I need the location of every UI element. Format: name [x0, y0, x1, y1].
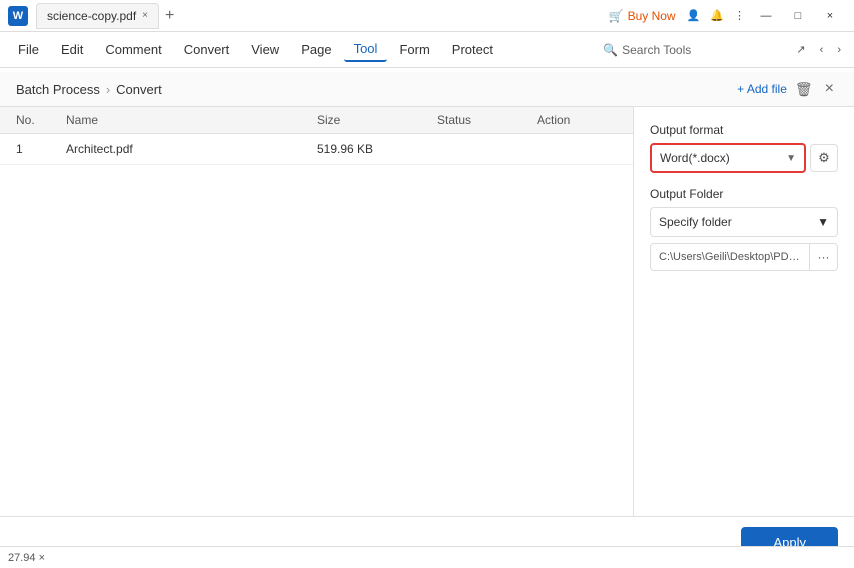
settings-panel: Output format Word(*.docx) ▼ ⚙ Output Fo… — [634, 107, 854, 516]
maximize-button[interactable]: □ — [782, 6, 814, 26]
nav-back-button[interactable]: ‹ — [815, 41, 829, 58]
settings-gear-icon: ⚙ — [818, 150, 830, 166]
output-folder-section: Output Folder Specify folder ▼ C:\Users\… — [650, 187, 838, 271]
row-no: 1 — [16, 142, 66, 156]
format-dropdown[interactable]: Word(*.docx) ▼ — [650, 143, 806, 173]
search-icon: 🔍 — [603, 43, 618, 57]
output-format-section: Output format Word(*.docx) ▼ ⚙ — [650, 123, 838, 173]
format-dropdown-arrow: ▼ — [786, 153, 796, 164]
file-list-area: No. Name Size Status Action 1 Architect.… — [0, 107, 634, 516]
share-button[interactable]: ↗ — [791, 41, 810, 58]
buy-now-button[interactable]: 🛒 Buy Now — [603, 7, 682, 25]
col-header-no: No. — [16, 113, 66, 127]
menu-convert[interactable]: Convert — [174, 38, 240, 61]
add-file-label: + Add file — [737, 82, 787, 96]
trash-icon: 🗑 — [795, 81, 813, 97]
window-controls: — □ × — [750, 6, 846, 26]
menu-edit[interactable]: Edit — [51, 38, 93, 61]
nav-forward-button[interactable]: › — [832, 41, 846, 58]
col-header-status: Status — [437, 113, 537, 127]
search-tools-label: Search Tools — [622, 43, 691, 57]
folder-path-text: C:\Users\Geili\Desktop\PDFelement\Co — [651, 247, 809, 267]
panel-header-actions: + Add file 🗑 × — [737, 80, 838, 98]
menu-protect[interactable]: Protect — [442, 38, 503, 61]
table-row[interactable]: 1 Architect.pdf 519.96 KB — [0, 134, 633, 165]
folder-dropdown-arrow: ▼ — [817, 215, 829, 229]
add-file-button[interactable]: + Add file — [737, 82, 787, 96]
menu-bar: File Edit Comment Convert View Page Tool… — [0, 32, 854, 68]
output-format-label: Output format — [650, 123, 838, 137]
menu-form[interactable]: Form — [389, 38, 439, 61]
output-folder-label: Output Folder — [650, 187, 838, 201]
file-table-header: No. Name Size Status Action — [0, 107, 633, 134]
folder-browse-button[interactable]: ··· — [809, 244, 837, 270]
panel-body: No. Name Size Status Action 1 Architect.… — [0, 107, 854, 516]
row-size: 519.96 KB — [317, 142, 437, 156]
notification-button[interactable]: 🔔 — [705, 7, 729, 24]
menu-view[interactable]: View — [241, 38, 289, 61]
menu-comment[interactable]: Comment — [95, 38, 171, 61]
app-logo: W — [8, 6, 28, 26]
row-name: Architect.pdf — [66, 142, 317, 156]
panel-close-button[interactable]: × — [821, 80, 838, 98]
window-close-button[interactable]: × — [814, 6, 846, 26]
ellipsis-icon: ··· — [818, 250, 830, 264]
menu-page[interactable]: Page — [291, 38, 341, 61]
folder-dropdown[interactable]: Specify folder ▼ — [650, 207, 838, 237]
tab-close-icon[interactable]: × — [142, 10, 148, 21]
menu-tool[interactable]: Tool — [344, 37, 388, 62]
more-options-button[interactable]: ⋮ — [729, 7, 750, 24]
minimize-button[interactable]: — — [750, 6, 782, 26]
breadcrumb-parent[interactable]: Batch Process — [16, 82, 100, 97]
breadcrumb-current: Convert — [116, 82, 162, 97]
panel-breadcrumb: Batch Process › Convert — [16, 82, 162, 97]
new-tab-button[interactable]: + — [165, 7, 174, 25]
tab-filename: science-copy.pdf — [47, 9, 136, 23]
zoom-level: 27.94 × — [8, 552, 45, 564]
col-header-name: Name — [66, 113, 317, 127]
batch-process-panel: Batch Process › Convert + Add file 🗑 × N… — [0, 72, 854, 568]
col-header-action: Action — [537, 113, 617, 127]
cart-icon: 🛒 — [609, 9, 624, 23]
panel-header: Batch Process › Convert + Add file 🗑 × — [0, 72, 854, 107]
breadcrumb-separator: › — [106, 82, 110, 97]
format-settings-button[interactable]: ⚙ — [810, 144, 838, 172]
folder-option: Specify folder — [659, 215, 732, 229]
user-icon-button[interactable]: 👤 — [682, 7, 706, 24]
format-value: Word(*.docx) — [660, 151, 730, 165]
document-tab[interactable]: science-copy.pdf × — [36, 3, 159, 29]
format-selector: Word(*.docx) ▼ ⚙ — [650, 143, 838, 173]
title-bar: W science-copy.pdf × + 🛒 Buy Now 👤 🔔 ⋮ —… — [0, 0, 854, 32]
col-header-size: Size — [317, 113, 437, 127]
status-bar: 27.94 × — [0, 546, 854, 568]
search-tools-area: 🔍 Search Tools — [603, 43, 691, 57]
folder-path-container: C:\Users\Geili\Desktop\PDFelement\Co ··· — [650, 243, 838, 271]
menu-file[interactable]: File — [8, 38, 49, 61]
delete-files-button[interactable]: 🗑 — [795, 81, 813, 98]
